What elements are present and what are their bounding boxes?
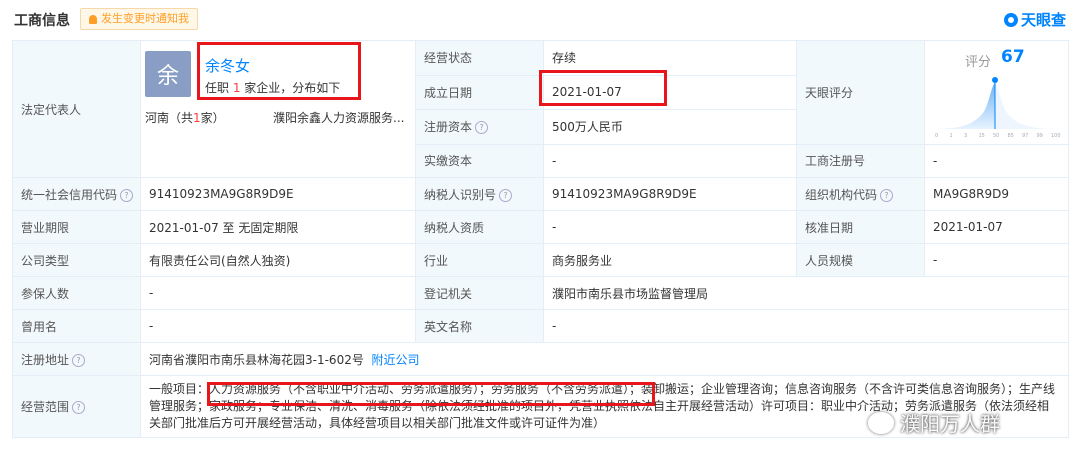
paid-capital-label: 实缴资本 xyxy=(415,143,544,179)
biz-reg-no-value: - xyxy=(924,143,1069,179)
score-tick-label: 15 xyxy=(979,133,985,139)
watermark-text: 濮阳万人群 xyxy=(900,412,1000,436)
score-tick-label: 100 xyxy=(1051,133,1061,139)
org-code-label: 组织机构代码? xyxy=(796,177,925,211)
score-tick-label: 50 xyxy=(993,133,999,139)
legal-rep-positions: 任职 1 家企业，分布如下 xyxy=(205,81,341,95)
table-row: 统一社会信用代码? 91410923MA9G8R9D9E 纳税人识别号? 914… xyxy=(12,177,1069,211)
reg-capital-value: 500万人民币 xyxy=(543,109,797,145)
table-row: 注册地址? 河南省濮阳市南乐县林海花园3-1-602号 附近公司 xyxy=(12,342,1069,376)
score-tick-label: 3 xyxy=(964,133,967,139)
scope-label: 经营范围? xyxy=(12,375,141,438)
brand-name: 天眼查 xyxy=(1020,11,1066,29)
taxpayer-id-value: 91410923MA9G8R9D9E xyxy=(543,177,797,211)
status-value: 存续 xyxy=(543,40,797,76)
table-row: 参保人数 - 登记机关 濮阳市南乐县市场监督管理局 xyxy=(12,276,1069,310)
tianyan-score-label: 天眼评分 xyxy=(796,40,925,145)
taxpayer-qual-label: 纳税人资质 xyxy=(415,210,544,244)
legal-rep-name-link[interactable]: 余冬女 xyxy=(205,55,250,76)
org-code-value: MA9G8R9D9 xyxy=(924,177,1069,211)
tianyan-score-cell[interactable]: 评分 67 0 1 3 15 50 85 97 99 100 xyxy=(924,40,1069,145)
former-name-value: - xyxy=(140,309,416,343)
notify-change-button[interactable]: 发生变更时通知我 xyxy=(80,8,198,30)
registry-label: 登记机关 xyxy=(415,276,544,310)
staff-size-label: 人员规模 xyxy=(796,243,925,277)
industry-value: 商务服务业 xyxy=(543,243,797,277)
nearby-companies-link[interactable]: 附近公司 xyxy=(371,353,419,367)
table-row: 公司类型 有限责任公司(自然人独资) 行业 商务服务业 人员规模 - xyxy=(12,243,1069,277)
score-tick-label: 97 xyxy=(1022,133,1028,139)
address-label: 注册地址? xyxy=(12,342,141,376)
avatar[interactable]: 余 xyxy=(145,51,191,97)
taxpayer-id-label: 纳税人识别号? xyxy=(415,177,544,211)
address-value: 河南省濮阳市南乐县林海花园3-1-602号 附近公司 xyxy=(140,342,1069,376)
score-tick-label: 85 xyxy=(1008,133,1014,139)
reg-capital-label: 注册资本? xyxy=(415,109,544,145)
bell-icon xyxy=(89,14,97,24)
taxpayer-qual-value: - xyxy=(543,210,797,244)
status-label: 经营状态 xyxy=(415,40,544,76)
industry-label: 行业 xyxy=(415,243,544,277)
credit-code-label: 统一社会信用代码? xyxy=(12,177,141,211)
company-type-value: 有限责任公司(自然人独资) xyxy=(140,243,416,277)
help-icon[interactable]: ? xyxy=(72,401,86,414)
help-icon[interactable]: ? xyxy=(475,121,489,135)
legal-rep-company-link[interactable]: 濮阳余鑫人力资源服务... xyxy=(273,109,404,126)
table-row: 曾用名 - 英文名称 - xyxy=(12,309,1069,343)
section-header: 工商信息 发生变更时通知我 天眼查 xyxy=(0,0,1080,36)
score-tick-label: 1 xyxy=(950,133,953,139)
term-label: 营业期限 xyxy=(12,210,141,244)
term-value: 2021-01-07 至 无固定期限 xyxy=(140,210,416,244)
staff-size-value: - xyxy=(924,243,1069,277)
legal-rep-cell: 余 余冬女 任职 1 家企业，分布如下 河南（共1家） 濮阳余鑫人力资源服务..… xyxy=(140,40,416,178)
brand-logo[interactable]: 天眼查 xyxy=(1003,9,1066,30)
score-value: 67 xyxy=(1001,47,1025,68)
english-name-value: - xyxy=(543,309,1069,343)
section-title: 工商信息 xyxy=(14,13,70,29)
paid-capital-value: - xyxy=(543,143,797,179)
score-tick-label: 0 xyxy=(935,133,938,139)
score-caption: 评分 xyxy=(965,55,992,71)
table-row: 营业期限 2021-01-07 至 无固定期限 纳税人资质 - 核准日期 202… xyxy=(12,210,1069,244)
registry-value: 濮阳市南乐县市场监督管理局 xyxy=(543,276,1069,310)
established-label: 成立日期 xyxy=(415,74,544,111)
credit-code-value: 91410923MA9G8R9D9E xyxy=(140,177,416,211)
english-name-label: 英文名称 xyxy=(415,309,544,343)
business-info-table: 法定代表人 余 余冬女 任职 1 家企业，分布如下 河南（共1家） 濮阳余鑫人力… xyxy=(12,40,1069,438)
approval-date-value: 2021-01-07 xyxy=(924,210,1069,244)
established-value: 2021-01-07 xyxy=(543,74,797,111)
score-distribution-chart: 0 1 3 15 50 85 97 99 100 xyxy=(933,77,1061,139)
tianyancha-logo-icon xyxy=(1003,12,1018,27)
score-marker xyxy=(992,77,998,84)
legal-rep-province[interactable]: 河南（共1家） xyxy=(145,109,225,126)
former-name-label: 曾用名 xyxy=(12,309,141,343)
help-icon[interactable]: ? xyxy=(499,188,513,202)
notify-change-label: 发生变更时通知我 xyxy=(101,12,189,25)
help-icon[interactable]: ? xyxy=(880,188,894,202)
insured-value: - xyxy=(140,276,416,310)
wechat-icon xyxy=(868,411,894,434)
legal-rep-label: 法定代表人 xyxy=(12,40,141,178)
score-tick-label: 99 xyxy=(1037,133,1043,139)
watermark: 濮阳万人群 xyxy=(868,408,1000,437)
help-icon[interactable]: ? xyxy=(72,353,86,367)
company-type-label: 公司类型 xyxy=(12,243,141,277)
insured-label: 参保人数 xyxy=(12,276,141,310)
biz-reg-no-label: 工商注册号 xyxy=(796,143,925,179)
approval-date-label: 核准日期 xyxy=(796,210,925,244)
table-row: 法定代表人 余 余冬女 任职 1 家企业，分布如下 河南（共1家） 濮阳余鑫人力… xyxy=(12,40,1069,178)
help-icon[interactable]: ? xyxy=(120,188,134,202)
